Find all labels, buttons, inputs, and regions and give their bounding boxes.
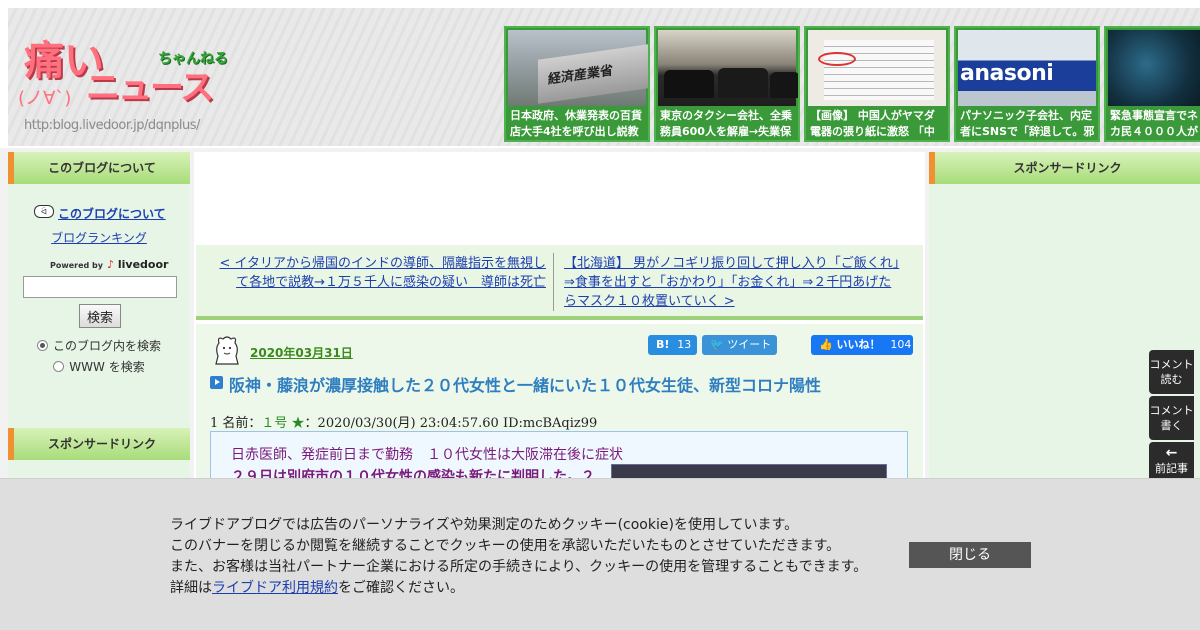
featured-caption: 緊急事態宣言でネカ民４０００人がホー bbox=[1110, 109, 1198, 138]
facebook-like-button[interactable]: 👍 いいね！ 104 bbox=[811, 335, 913, 355]
response-number: 1 名前： bbox=[210, 416, 262, 431]
arrow-left-icon: ← bbox=[1165, 445, 1178, 461]
response-meta: ：2020/03/30(月) 23:04:57.60 ID:mcBAqiz99 bbox=[304, 416, 598, 431]
like-label: いいね！ bbox=[836, 338, 881, 351]
radio-unchecked-icon[interactable] bbox=[53, 361, 65, 372]
read-comments-button[interactable]: コメント読む bbox=[1149, 350, 1194, 394]
prev-article-label: 前記事 bbox=[1155, 462, 1188, 475]
post-title[interactable]: 阪神・藤浪が濃厚接触した２０代女性と一緒にいた１０代女生徒、新型コロナ陽性 bbox=[229, 372, 821, 396]
featured-thumbnails: 経済産業省 日本政府、休業発表の百貨店大手4社を呼び出し説教 東京のタクシー会社… bbox=[504, 26, 1200, 142]
sponsor-heading-left: スポンサードリンク bbox=[8, 428, 190, 460]
radio-search-blog[interactable]: このブログ内を検索 bbox=[8, 337, 190, 354]
author-avatar-icon bbox=[215, 336, 239, 365]
featured-item[interactable]: 緊急事態宣言でネカ民４０００人がホー bbox=[1104, 26, 1200, 142]
prev-article-button[interactable]: ← 前記事 bbox=[1149, 442, 1194, 482]
radio-blog-label: このブログ内を検索 bbox=[52, 339, 161, 353]
site-logo[interactable]: 痛い ニュース ちゃんねる (ノ∀`) http:blog.livedoor.j… bbox=[18, 28, 238, 138]
livedoor-logo-icon: ♪ bbox=[107, 258, 118, 271]
search-input[interactable] bbox=[23, 276, 177, 298]
article: 2020年03月31日 B! 13 🐦 ツイート 👍 いいね！ 104 阪神・藤… bbox=[196, 324, 923, 485]
smiley-icon: ᐛ bbox=[34, 205, 54, 218]
search-button[interactable]: 検索 bbox=[79, 304, 121, 328]
cookie-text-line: ライブドアブログでは広告のパーソナライズや効果測定のためクッキー(cookie)… bbox=[170, 517, 799, 533]
panasonic-sign-text: anasoni bbox=[960, 61, 1054, 86]
like-count: 104 bbox=[890, 338, 912, 351]
quoted-article: 日赤医師、発症前日まで勤務 １０代女性は大阪滞在後に症状 ２９日は別府市の１０代… bbox=[210, 431, 908, 485]
powered-by-livedoor[interactable]: Powered by ♪ livedoor bbox=[50, 258, 168, 271]
radio-www-label: WWW を検索 bbox=[69, 360, 145, 374]
cookie-detail-prefix: 詳細は bbox=[170, 580, 212, 596]
livedoor-brand: ♪ livedoor bbox=[107, 258, 169, 271]
radio-search-www[interactable]: WWW を検索 bbox=[8, 358, 190, 375]
featured-caption: 東京のタクシー会社、全乗務員600人を解雇→失業保 bbox=[660, 109, 792, 138]
main-content: < イタリアから帰国のインドの導師、隔離指示を無視して各地で説教→１万５千人に感… bbox=[194, 152, 925, 485]
sponsor-heading-right: スポンサードリンク bbox=[929, 152, 1200, 184]
panasonic-sign-photo: anasoni bbox=[958, 30, 1096, 106]
featured-item[interactable]: 東京のタクシー会社、全乗務員600人を解雇→失業保 bbox=[654, 26, 800, 142]
quote-line: 日赤医師、発症前日まで勤務 １０代女性は大阪滞在後に症状 bbox=[231, 447, 623, 463]
tweet-label: ツイート bbox=[727, 338, 772, 351]
featured-caption: 日本政府、休業発表の百貨店大手4社を呼び出し説教 bbox=[510, 109, 642, 138]
next-article-link[interactable]: 【北海道】 男がノコギリ振り回して押し入り「ご飯くれ」⇒食事を出すと「おかわり」… bbox=[564, 254, 904, 311]
radio-checked-icon[interactable] bbox=[36, 340, 48, 351]
prev-article-link[interactable]: < イタリアから帰国のインドの導師、隔離指示を無視して各地で説教→１万５千人に感… bbox=[216, 254, 546, 292]
header-banner: 痛い ニュース ちゃんねる (ノ∀`) http:blog.livedoor.j… bbox=[8, 8, 1200, 146]
left-sidebar: このブログについて ᐛ このブログについて ブログランキング Powered b… bbox=[8, 152, 190, 482]
featured-item[interactable]: 【画像】 中国人がヤマダ電器の張り紙に激怒 「中国人 bbox=[804, 26, 950, 142]
terms-link[interactable]: ライブドア利用規約 bbox=[212, 580, 338, 596]
response-name: １号 ★ bbox=[261, 416, 305, 431]
logo-channel-text: ちゃんねる bbox=[158, 51, 228, 67]
nav-divider bbox=[553, 253, 554, 311]
cookie-text-line: 詳細はライブドア利用規約をご確認ください。 bbox=[170, 577, 464, 597]
about-heading: このブログについて bbox=[8, 152, 190, 184]
powered-by-text: Powered by bbox=[50, 261, 103, 270]
logo-face-text: (ノ∀`) bbox=[18, 88, 72, 109]
hatena-icon: B! bbox=[656, 338, 670, 351]
cookie-text-line: このバナーを閉じるか閲覧を継続することでクッキーの使用を承認いただいたものとさせ… bbox=[170, 538, 841, 554]
ministry-sign-photo: 経済産業省 bbox=[508, 30, 648, 106]
featured-item[interactable]: anasoni パナソニック子会社、内定者にSNSで「辞退して。邪 bbox=[954, 26, 1100, 142]
twitter-bird-icon: 🐦 bbox=[710, 338, 728, 351]
featured-caption: パナソニック子会社、内定者にSNSで「辞退して。邪 bbox=[960, 109, 1095, 138]
write-comment-button[interactable]: コメント書く bbox=[1149, 396, 1194, 440]
cookie-detail-suffix: をご確認ください。 bbox=[338, 580, 464, 596]
blog-ranking-link[interactable]: ブログランキング bbox=[8, 229, 190, 246]
paper-notice-photo bbox=[808, 30, 946, 106]
hatena-bookmark-button[interactable]: B! 13 bbox=[648, 335, 697, 355]
response-header: 1 名前：１号 ★：2020/03/30(月) 23:04:57.60 ID:m… bbox=[210, 412, 597, 431]
featured-caption: 【画像】 中国人がヤマダ電器の張り紙に激怒 「中国人 bbox=[810, 109, 935, 138]
post-date[interactable]: 2020年03月31日 bbox=[250, 344, 353, 361]
site-header: 痛い ニュース ちゃんねる (ノ∀`) http:blog.livedoor.j… bbox=[0, 0, 1200, 148]
cookie-banner: ライブドアブログでは広告のパーソナライズや効果測定のためクッキー(cookie)… bbox=[0, 478, 1200, 630]
thumbs-up-icon: 👍 bbox=[819, 338, 837, 351]
featured-item[interactable]: 経済産業省 日本政府、休業発表の百貨店大手4社を呼び出し説教 bbox=[504, 26, 650, 142]
about-blog-link[interactable]: このブログについて bbox=[58, 205, 166, 222]
tweet-button[interactable]: 🐦 ツイート bbox=[702, 335, 777, 355]
taxi-photo bbox=[658, 30, 798, 106]
hatena-count: 13 bbox=[677, 338, 692, 351]
cookie-text-line: また、お客様は当社パートナー企業における所定の手続きにより、クッキーの使用を管理… bbox=[170, 559, 868, 575]
cookie-close-button[interactable]: 閉じる bbox=[909, 542, 1031, 568]
article-navigation: < イタリアから帰国のインドの導師、隔離指示を無視して各地で説教→１万５千人に感… bbox=[196, 245, 923, 320]
logo-url-text: http:blog.livedoor.jp/dqnplus/ bbox=[24, 118, 200, 133]
person-photo bbox=[1108, 30, 1200, 106]
title-arrow-icon bbox=[210, 376, 223, 389]
